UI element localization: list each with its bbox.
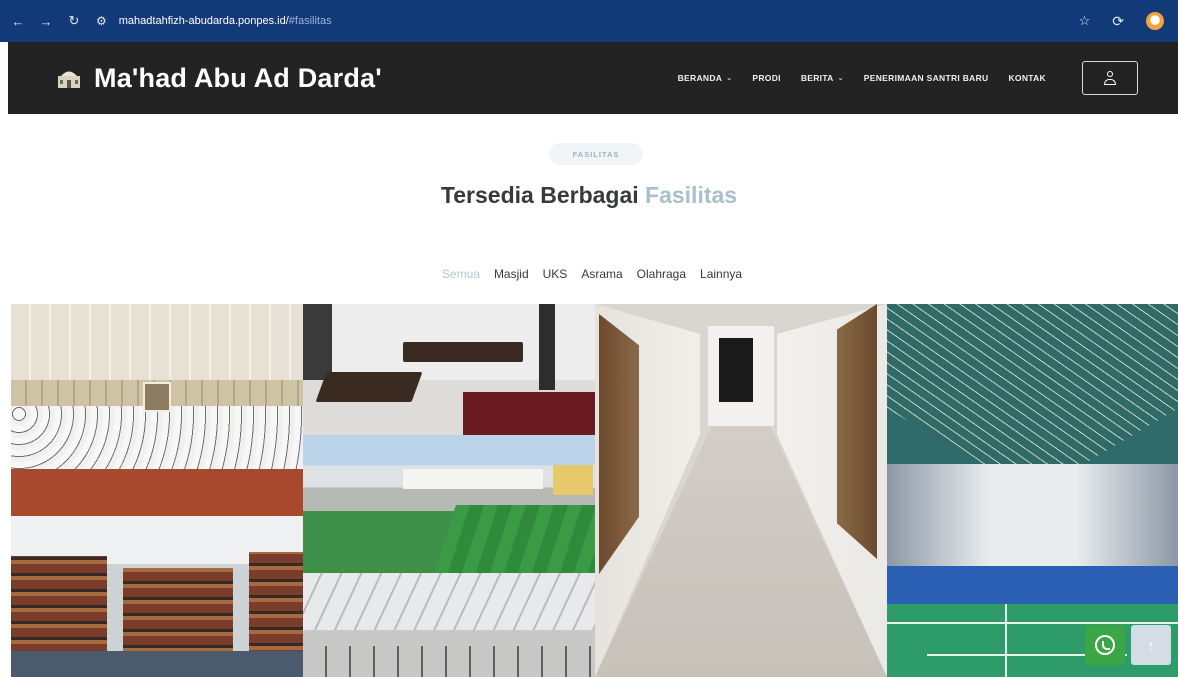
mosque-icon (58, 71, 80, 88)
gallery-image-uks[interactable] (303, 304, 595, 435)
chevron-down-icon: ⌄ (726, 75, 733, 82)
extension-icon[interactable]: ⟳ (1112, 13, 1124, 30)
reload-icon[interactable]: ↻ (62, 9, 86, 33)
filter-masjid[interactable]: Masjid (494, 267, 529, 281)
filter-lainnya[interactable]: Lainnya (700, 267, 742, 281)
gallery-image-asrama[interactable] (303, 573, 595, 677)
main-nav: BERANDA ⌄ PRODI BERITA ⌄ PENERIMAAN SANTRI… (678, 61, 1138, 95)
brand[interactable]: Ma'had Abu Ad Darda' (56, 63, 382, 94)
url-host: mahadtahfizh-abudarda.ponpes.id/ (118, 15, 289, 27)
filter-asrama[interactable]: Asrama (581, 267, 622, 281)
user-icon (1103, 71, 1117, 85)
arrow-up-icon: ↑ (1147, 637, 1155, 653)
gallery-image-corridor[interactable] (595, 304, 887, 677)
browser-toolbar: ← → ↻ ⚙ mahadtahfizh-abudarda.ponpes.id/… (0, 0, 1178, 42)
gallery-filter: Semua Masjid UKS Asrama Olahraga Lainnya (0, 267, 1178, 281)
nav-label: BERITA (800, 73, 834, 83)
filter-semua[interactable]: Semua (442, 267, 480, 281)
arrow-right-icon[interactable]: → (34, 9, 58, 33)
filter-uks[interactable]: UKS (543, 267, 568, 281)
arrow-left-icon[interactable]: ← (6, 9, 30, 33)
nav-item-prodi[interactable]: PRODI (752, 73, 780, 83)
nav-item-penerimaan[interactable]: PENERIMAAN SANTRI BARU (864, 73, 989, 83)
nav-item-beranda[interactable]: BERANDA ⌄ (678, 73, 733, 83)
brand-title: Ma'had Abu Ad Darda' (94, 62, 382, 93)
section-title-accent: Fasilitas (645, 182, 738, 208)
back-to-top-button[interactable]: ↑ (1131, 625, 1171, 665)
section-tag: FASILITAS (549, 143, 643, 165)
nav-label: PENERIMAAN SANTRI BARU (863, 73, 989, 83)
facility-gallery (11, 304, 1178, 677)
nav-item-berita[interactable]: BERITA ⌄ (801, 73, 844, 83)
gallery-image-sports-hall[interactable] (887, 304, 1178, 677)
site-header: Ma'had Abu Ad Darda' BERANDA ⌄ PRODI BERI… (8, 42, 1178, 114)
gallery-image-campus[interactable] (303, 435, 595, 573)
gallery-image-masjid[interactable] (11, 304, 303, 516)
account-button[interactable] (1082, 61, 1138, 95)
section-title: Tersedia Berbagai Fasilitas (0, 182, 1178, 209)
nav-label: PRODI (752, 73, 781, 83)
url-path: #fasilitas (288, 15, 332, 27)
nav-label: KONTAK (1008, 73, 1046, 83)
filter-olahraga[interactable]: Olahraga (637, 267, 686, 281)
gallery-image-library[interactable] (11, 516, 303, 677)
profile-icon[interactable] (1146, 12, 1164, 30)
whatsapp-button[interactable] (1085, 625, 1125, 665)
chevron-down-icon: ⌄ (837, 75, 844, 82)
star-icon[interactable]: ☆ (1079, 13, 1091, 29)
nav-label: BERANDA (677, 73, 723, 83)
nav-item-kontak[interactable]: KONTAK (1008, 73, 1046, 83)
tune-icon[interactable]: ⚙ (96, 14, 107, 28)
section-title-main: Tersedia Berbagai (440, 182, 646, 208)
whatsapp-icon (1095, 635, 1115, 655)
address-bar[interactable]: ⚙ mahadtahfizh-abudarda.ponpes.id/ #fasi… (96, 8, 332, 34)
